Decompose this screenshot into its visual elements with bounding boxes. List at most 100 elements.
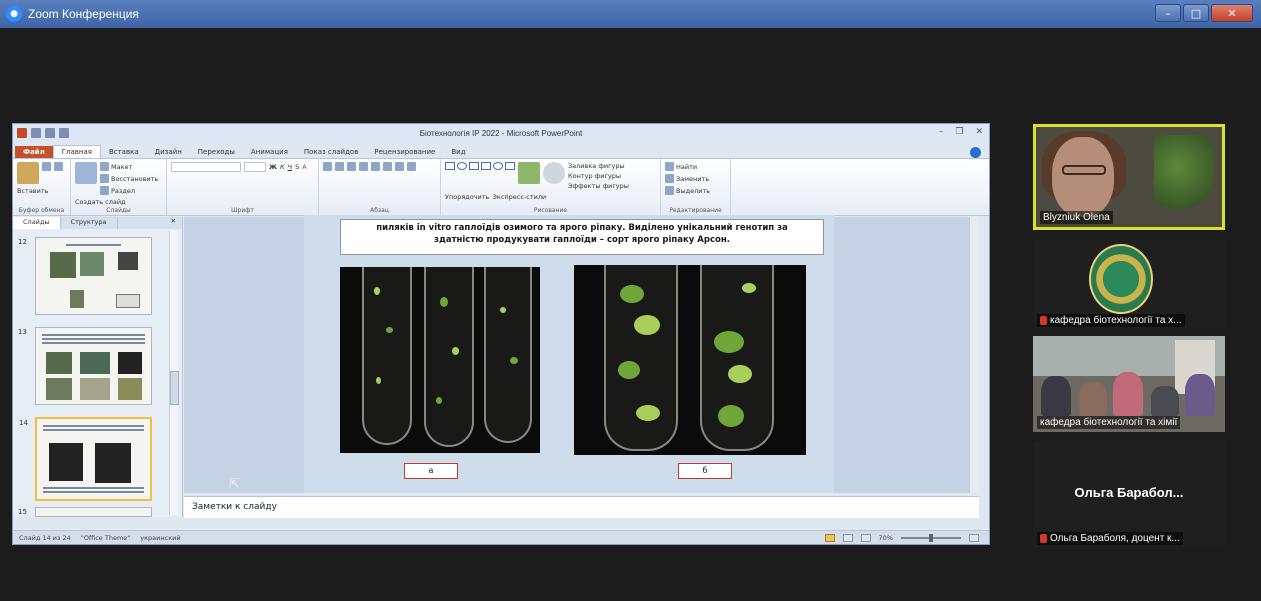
ppt-close-icon[interactable]: ✕ [975, 127, 983, 137]
italic-button[interactable]: К [280, 162, 285, 172]
cut-icon[interactable] [42, 162, 51, 171]
tab-slides[interactable]: Слайды [13, 217, 61, 229]
group-editing: Найти Заменить Выделить Редактирование [661, 159, 731, 215]
help-icon[interactable] [970, 147, 981, 158]
status-slide-counter: Слайд 14 из 24 [19, 533, 71, 542]
maximize-button[interactable]: □ [1183, 4, 1209, 22]
oval-shape-icon[interactable] [457, 162, 467, 170]
slide-vertical-scrollbar[interactable] [969, 217, 979, 493]
fit-slide-icon[interactable] [969, 533, 979, 542]
tab-insert[interactable]: Вставка [101, 146, 147, 158]
font-size-box[interactable] [244, 162, 266, 172]
thumb-photo [46, 352, 72, 374]
tab-design[interactable]: Дизайн [147, 146, 190, 158]
plantlet [620, 285, 644, 303]
bullets-icon[interactable] [323, 162, 332, 171]
replace-button[interactable]: Заменить [665, 174, 710, 183]
participant-tile-4[interactable]: Ольга Барабол... Ольга Бараболя, доцент … [1033, 442, 1225, 548]
normal-view-icon[interactable] [824, 533, 835, 542]
ppt-minimize-icon[interactable]: – [939, 127, 944, 137]
layout-button[interactable]: Макет [100, 162, 158, 171]
tab-file[interactable]: Файл [15, 146, 53, 158]
justify-icon[interactable] [407, 162, 416, 171]
line-shape-icon[interactable] [469, 162, 479, 170]
indent-decrease-icon[interactable] [347, 162, 356, 171]
bold-button[interactable]: Ж [269, 162, 277, 172]
zoom-slider-knob[interactable] [929, 533, 933, 542]
paste-button[interactable]: Вставить [17, 187, 48, 195]
arrow-shape-icon[interactable] [481, 162, 491, 170]
status-right-controls: 70% [824, 533, 989, 542]
slide-notes-pane[interactable]: Заметки к слайду [184, 496, 979, 518]
paste-icon[interactable] [17, 162, 39, 184]
font-color-button[interactable]: А [302, 162, 306, 172]
shape-effects-button[interactable]: Эффекты фигуры [568, 182, 629, 190]
arrange-icon[interactable] [518, 162, 540, 184]
window-controls: – □ ✕ [1155, 4, 1253, 22]
underline-button[interactable]: Ч [288, 162, 292, 172]
quick-styles-icon[interactable] [543, 162, 565, 184]
shape-fill-button[interactable]: Заливка фигуры [568, 162, 629, 170]
slide-thumbnail-14-selected[interactable]: 14 [19, 417, 152, 501]
slide-text-box[interactable]: пиляків in vitro гаплоїдів озимого та яр… [340, 219, 824, 255]
mic-muted-icon [1040, 315, 1047, 325]
slide-thumbnail-12[interactable]: 12 [18, 237, 152, 315]
indent-increase-icon[interactable] [359, 162, 368, 171]
panel-close-icon[interactable]: ✕ [171, 217, 176, 229]
shapes-gallery[interactable] [445, 162, 515, 190]
replace-label: Заменить [676, 174, 710, 183]
font-name-box[interactable] [171, 162, 241, 172]
participant-tile-active-speaker[interactable]: Blyzniuk Olena [1033, 124, 1225, 230]
tab-transitions[interactable]: Переходы [190, 146, 243, 158]
tab-home[interactable]: Главная [52, 145, 101, 158]
tab-review[interactable]: Рецензирование [366, 146, 443, 158]
reset-button[interactable]: Восстановить [100, 174, 158, 183]
group-label-paragraph: Абзац [370, 207, 389, 214]
section-icon [100, 186, 109, 195]
find-button[interactable]: Найти [665, 162, 710, 171]
status-language[interactable]: украинский [140, 534, 180, 542]
star-shape-icon[interactable] [505, 162, 515, 170]
slide-thumbnail-13[interactable]: 13 [18, 327, 152, 405]
select-button[interactable]: Выделить [665, 186, 710, 195]
shape-outline-button[interactable]: Контур фигуры [568, 172, 629, 180]
strike-button[interactable]: S [295, 162, 299, 172]
thumb-text-line [42, 334, 145, 336]
thumbnail-scrollbar[interactable] [169, 231, 179, 515]
tab-slideshow[interactable]: Показ слайдов [296, 146, 366, 158]
thumbnail-scroll-thumb[interactable] [170, 371, 179, 405]
align-center-icon[interactable] [383, 162, 392, 171]
thumb-photo [70, 290, 84, 308]
reading-view-icon[interactable] [860, 533, 871, 542]
minimize-button[interactable]: – [1155, 4, 1181, 22]
tab-animations[interactable]: Анимация [243, 146, 296, 158]
rectangle-shape-icon[interactable] [445, 162, 455, 170]
group-label-font: Шрифт [231, 207, 254, 214]
participant-tile-3[interactable]: кафедра біотехнології та хімії [1033, 336, 1225, 432]
sorter-view-icon[interactable] [842, 533, 853, 542]
quick-styles-button[interactable]: Экспресс-стили [492, 193, 546, 201]
zoom-slider[interactable] [901, 533, 961, 542]
tab-outline[interactable]: Структура [61, 217, 118, 229]
new-slide-icon[interactable] [75, 162, 97, 184]
align-left-icon[interactable] [371, 162, 380, 171]
ppt-status-bar: Слайд 14 из 24 "Office Theme" украинский… [13, 530, 989, 544]
circle-shape-icon[interactable] [493, 162, 503, 170]
arrange-button[interactable]: Упорядочить [445, 193, 489, 201]
copy-icon[interactable] [54, 162, 63, 171]
section-button[interactable]: Раздел [100, 186, 158, 195]
participant-tile-2[interactable]: кафедра біотехнології та х... [1033, 240, 1225, 330]
thumb-photo [118, 378, 142, 400]
status-theme: "Office Theme" [80, 533, 131, 542]
align-right-icon[interactable] [395, 162, 404, 171]
tab-view[interactable]: Вид [443, 146, 473, 158]
ppt-restore-icon[interactable]: ❐ [955, 127, 963, 137]
ppt-window-controls: – ❐ ✕ [939, 127, 983, 137]
close-button[interactable]: ✕ [1211, 4, 1253, 22]
slide-thumbnail-15[interactable]: 15 [18, 507, 152, 517]
slide-number: 14 [19, 419, 28, 427]
zoom-level[interactable]: 70% [879, 534, 893, 542]
numbering-icon[interactable] [335, 162, 344, 171]
current-slide[interactable]: пиляків in vitro гаплоїдів озимого та яр… [304, 215, 834, 493]
new-slide-button[interactable]: Создать слайд [75, 198, 126, 206]
